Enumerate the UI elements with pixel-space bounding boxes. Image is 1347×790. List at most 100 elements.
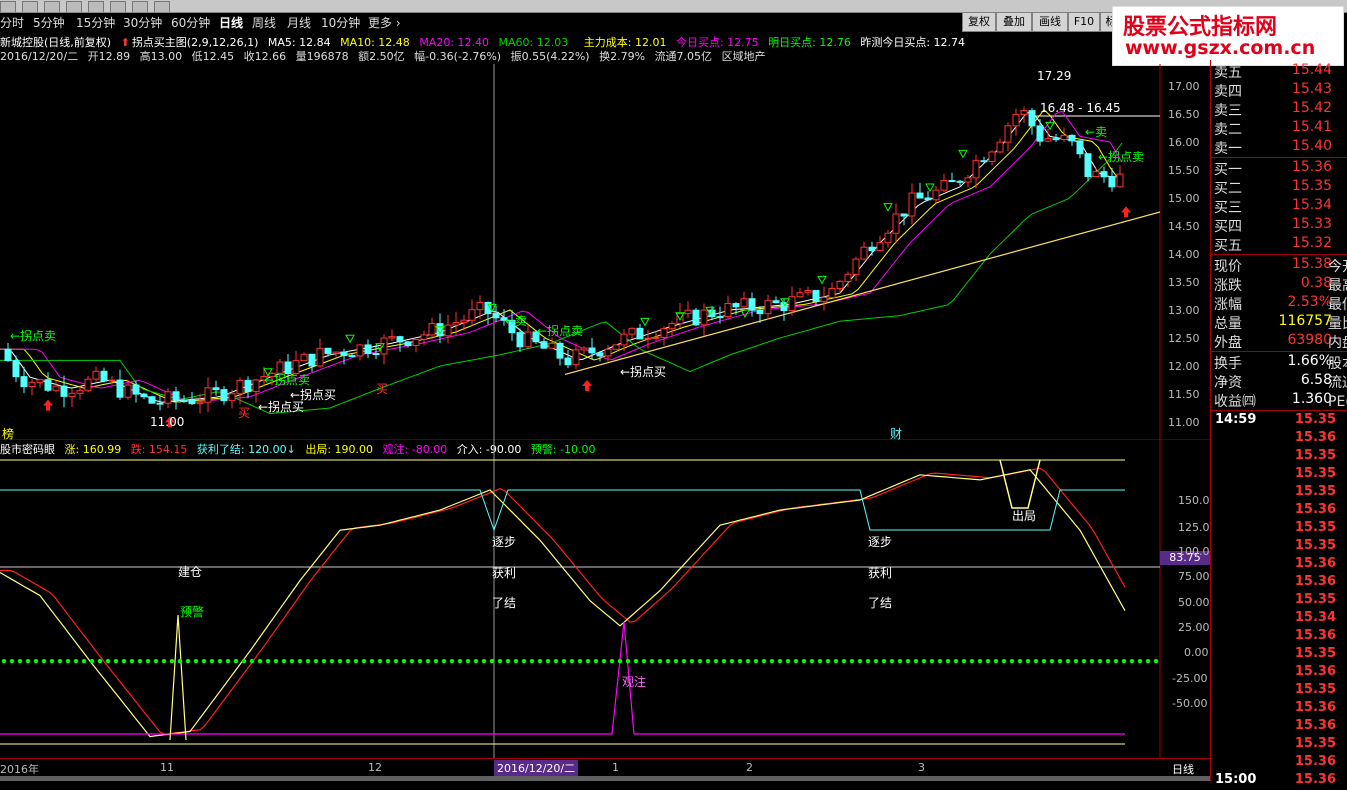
candle-body (788, 296, 796, 312)
warn-dot (785, 658, 791, 664)
tick-row: 15.35 (1211, 592, 1347, 610)
candle-body (756, 309, 764, 315)
warn-dot (1041, 658, 1047, 664)
candle-body (356, 344, 364, 357)
x-tick: 2 (746, 761, 753, 774)
warn-label: 预警 (180, 605, 205, 619)
candle-body (916, 192, 924, 199)
warn-dot (25, 658, 31, 664)
x-tick: 11 (160, 761, 174, 774)
draw-line-button[interactable]: 画线 (1032, 12, 1068, 32)
warn-dot (121, 658, 127, 664)
candle-body (860, 246, 868, 260)
low-price-label: 11.00 (150, 415, 185, 429)
tick-row: 15.35 (1211, 520, 1347, 538)
price-tick: 17.00 (1168, 80, 1200, 93)
candle-body (1004, 125, 1012, 143)
restore-button[interactable]: 复权 (962, 12, 996, 32)
warn-dot (273, 658, 279, 664)
warn-dot (1137, 658, 1143, 664)
warn-dot (321, 658, 327, 664)
profit-label-2: 获利 (868, 566, 893, 580)
period-month[interactable]: 月线 (287, 14, 311, 31)
warn-dot (569, 658, 575, 664)
profit-line (0, 489, 1125, 532)
warn-dot (1, 658, 7, 664)
x-mode-label[interactable]: 日线 (1172, 761, 1194, 777)
candle-body (332, 351, 340, 354)
exit-label: 出局 (1012, 509, 1037, 523)
warn-dot (729, 658, 735, 664)
warn-dot (369, 658, 375, 664)
warn-dot (721, 658, 727, 664)
tick-row: 15.35 (1211, 682, 1347, 700)
candle-body (940, 180, 948, 191)
tick-row: 15.36 (1211, 556, 1347, 574)
candle-body (876, 242, 884, 252)
overlay-button[interactable]: 叠加 (996, 12, 1032, 32)
tomorrow-buy-value: 明日买点: 12.76 (768, 36, 851, 49)
candle-body (908, 192, 916, 217)
divider (1211, 351, 1347, 352)
candle-body (652, 336, 660, 339)
warn-dot (609, 658, 615, 664)
warn-dot (177, 658, 183, 664)
watermark-logo: 股票公式指标网 www.gszx.com.cn (1112, 6, 1344, 66)
candle-body (28, 381, 36, 388)
candle-body (340, 351, 348, 357)
candle-body (932, 189, 940, 201)
candle-body (300, 353, 308, 362)
warn-dot (401, 658, 407, 664)
tick-price: 15.36 (1294, 664, 1336, 679)
tick-row: 15.35 (1211, 466, 1347, 484)
candle-body (668, 323, 676, 330)
down-arrow-icon (345, 334, 355, 344)
price-tick: 16.00 (1168, 136, 1200, 149)
main-indicator-legend: 新城控股(日线,前复权) ⬆ 拐点买主图(2,9,12,26,1) MA5: 12… (0, 34, 971, 49)
bottom-tab-bar[interactable] (0, 776, 1210, 781)
warn-dot (817, 658, 823, 664)
indicator-tick: 75.00 (1178, 570, 1210, 583)
period-10min[interactable]: 10分钟 (321, 14, 360, 31)
tick-row: 15.34 (1211, 610, 1347, 628)
period-week[interactable]: 周线 (252, 14, 276, 31)
divider (1211, 410, 1347, 411)
period-day[interactable]: 日线 (219, 14, 243, 31)
candle-body (1020, 110, 1028, 115)
warn-dot (441, 658, 447, 664)
done-label-2: 了结 (868, 596, 893, 610)
period-15min[interactable]: 15分钟 (76, 14, 115, 31)
warn-dot (97, 658, 103, 664)
warn-dot (249, 658, 255, 664)
candle-body (52, 385, 60, 391)
f10-button[interactable]: F10 (1068, 12, 1100, 32)
candlestick-chart[interactable] (0, 64, 1210, 440)
warn-dot (737, 658, 743, 664)
indicator-tick: 0.00 (1184, 646, 1209, 659)
tick-price: 15.35 (1294, 682, 1336, 697)
warn-dot (385, 658, 391, 664)
candle-body (492, 313, 500, 319)
period-60min[interactable]: 60分钟 (171, 14, 210, 31)
candle-body (140, 393, 148, 398)
period-30min[interactable]: 30分钟 (123, 14, 162, 31)
warn-dot (201, 658, 207, 664)
warn-dot (889, 658, 895, 664)
candle-body (980, 160, 988, 163)
indicator-chart[interactable] (0, 440, 1210, 758)
period-minute[interactable]: 分时 (0, 14, 24, 31)
period-more[interactable]: 更多 › (368, 14, 401, 31)
turn-sell-signal-2: ←拐点卖 (537, 324, 584, 338)
warn-dot (169, 658, 175, 664)
price-tick: 16.50 (1168, 108, 1200, 121)
candle-body (468, 309, 476, 321)
candle-body (84, 378, 92, 391)
warn-dot (673, 658, 679, 664)
period-5min[interactable]: 5分钟 (33, 14, 65, 31)
candle-body (1108, 176, 1116, 188)
candle-body (996, 141, 1004, 153)
candle-body (244, 379, 252, 393)
tick-row: 15.36 (1211, 430, 1347, 448)
candle-body (724, 303, 732, 318)
candle-body (220, 389, 228, 402)
